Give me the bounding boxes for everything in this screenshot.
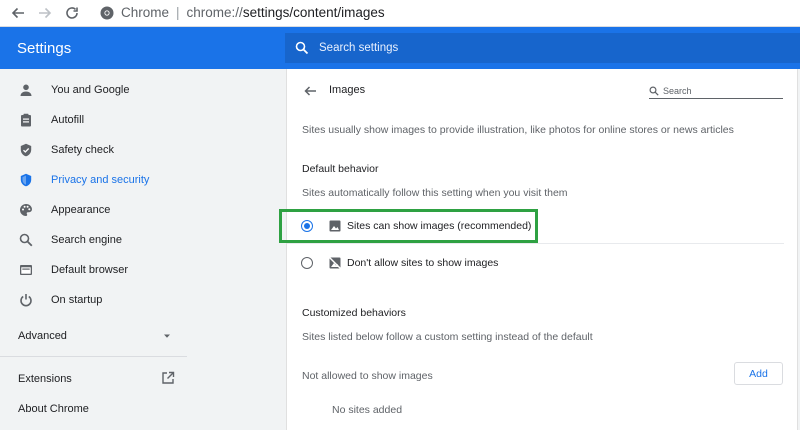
search-settings-box[interactable] xyxy=(285,33,800,63)
sidebar: You and Google Autofill Safety check Pri… xyxy=(0,69,187,430)
sidebar-item-label: Search engine xyxy=(51,234,122,246)
highlight-box xyxy=(279,209,538,243)
image-off-icon xyxy=(329,257,341,269)
sidebar-item-label: On startup xyxy=(51,294,103,306)
sidebar-about-chrome[interactable]: About Chrome xyxy=(18,403,89,415)
palette-icon xyxy=(19,203,33,217)
browser-icon xyxy=(19,263,33,277)
sidebar-item-privacy-and-security[interactable]: Privacy and security xyxy=(0,166,187,194)
sidebar-item-label: Default browser xyxy=(51,264,129,276)
search-settings-input[interactable] xyxy=(319,42,719,54)
chrome-logo-icon xyxy=(100,6,114,19)
caret-down-icon[interactable] xyxy=(162,331,172,341)
page-search-input[interactable] xyxy=(663,85,773,96)
sidebar-item-autofill[interactable]: Autofill xyxy=(0,106,187,134)
url-scheme: chrome:// xyxy=(186,5,243,20)
person-icon xyxy=(19,83,33,97)
page-search-box[interactable] xyxy=(649,83,783,99)
sidebar-item-label: Appearance xyxy=(51,204,111,216)
search-icon xyxy=(295,41,309,55)
sidebar-divider xyxy=(0,356,187,357)
option-label: Don't allow sites to show images xyxy=(347,257,499,269)
sidebar-item-appearance[interactable]: Appearance xyxy=(0,196,187,224)
url-path: settings/content/images xyxy=(242,5,385,20)
page-title: Images xyxy=(329,84,366,96)
address-bar[interactable]: Chrome | chrome://settings/content/image… xyxy=(90,0,385,25)
search-icon xyxy=(19,233,33,247)
add-button[interactable]: Add xyxy=(734,362,783,385)
sidebar-item-label: You and Google xyxy=(51,84,130,96)
customized-subtext: Sites listed below follow a custom setti… xyxy=(302,331,593,343)
sidebar-item-label: Safety check xyxy=(51,144,114,156)
empty-list-text: No sites added xyxy=(332,404,403,416)
url-separator: | xyxy=(176,5,180,20)
sidebar-advanced[interactable]: Advanced xyxy=(18,330,67,342)
back-arrow-icon[interactable] xyxy=(303,84,317,98)
radio-block-images[interactable] xyxy=(301,257,313,269)
option-divider xyxy=(287,243,784,244)
option-block-images[interactable]: Don't allow sites to show images xyxy=(287,247,799,279)
settings-title: Settings xyxy=(17,40,72,57)
power-icon xyxy=(19,293,33,307)
customized-heading: Customized behaviors xyxy=(302,307,406,319)
search-icon xyxy=(649,85,659,96)
back-arrow-icon[interactable] xyxy=(9,4,27,22)
default-behavior-heading: Default behavior xyxy=(302,163,379,175)
sidebar-item-search-engine[interactable]: Search engine xyxy=(0,226,187,254)
sidebar-item-default-browser[interactable]: Default browser xyxy=(0,256,187,284)
sidebar-extensions[interactable]: Extensions xyxy=(18,373,72,385)
site-label: Chrome xyxy=(121,5,170,20)
shield-check-icon xyxy=(19,143,33,157)
sidebar-item-you-and-google[interactable]: You and Google xyxy=(0,76,187,104)
clipboard-icon xyxy=(19,113,33,127)
shield-icon xyxy=(19,173,33,187)
sidebar-item-on-startup[interactable]: On startup xyxy=(0,286,187,314)
reload-icon[interactable] xyxy=(63,4,81,22)
settings-header: Settings xyxy=(0,27,800,69)
open-in-new-icon[interactable] xyxy=(161,371,175,385)
sidebar-item-label: Privacy and security xyxy=(51,174,150,186)
sidebar-item-safety-check[interactable]: Safety check xyxy=(0,136,187,164)
sidebar-item-label: Autofill xyxy=(51,114,85,126)
forward-arrow-icon[interactable] xyxy=(36,4,54,22)
page-description: Sites usually show images to provide ill… xyxy=(302,124,734,136)
not-allowed-label: Not allowed to show images xyxy=(302,370,433,382)
default-behavior-subtext: Sites automatically follow this setting … xyxy=(302,187,568,199)
content-card: Images Sites usually show images to prov… xyxy=(286,69,798,430)
browser-toolbar: Chrome | chrome://settings/content/image… xyxy=(0,0,800,27)
